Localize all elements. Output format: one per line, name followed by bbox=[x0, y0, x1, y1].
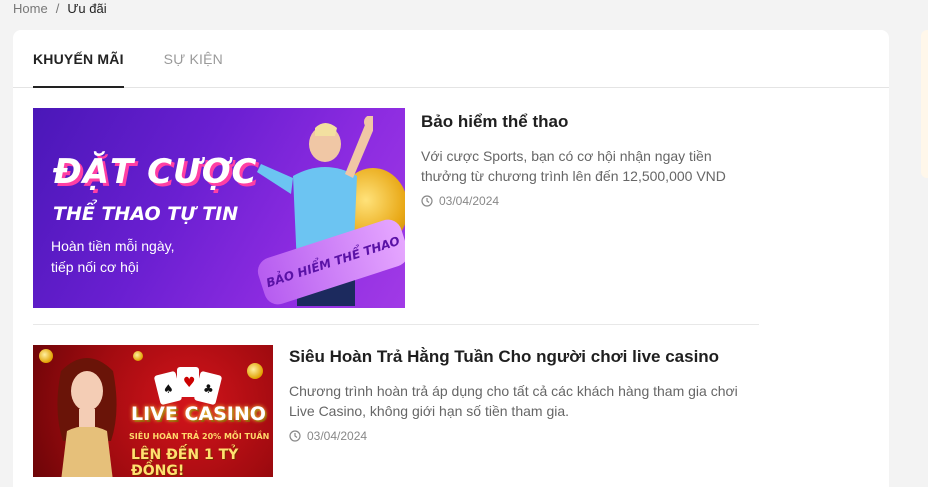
svg-text:♥: ♥ bbox=[183, 375, 196, 391]
tab-promotions[interactable]: KHUYẾN MÃI bbox=[33, 30, 124, 88]
banner-headline: ĐẶT CƯỢC bbox=[53, 152, 258, 192]
promo-date-text: 03/04/2024 bbox=[307, 429, 368, 444]
breadcrumb: Home / Ưu đãi bbox=[13, 0, 107, 16]
promo-item[interactable]: ♥ ♠ ♣ LIVE CASINO SIÊU HOÀN TRẢ 20% MỖI … bbox=[33, 345, 759, 477]
banner-caption: Hoàn tiền mỗi ngày, tiếp nối cơ hội bbox=[51, 236, 174, 278]
promotions-card: KHUYẾN MÃI SỰ KIỆN ĐẶT CƯỢC THỂ THAO TỰ … bbox=[13, 30, 889, 487]
coin-graphic bbox=[247, 363, 263, 379]
promo-date-text: 03/04/2024 bbox=[439, 194, 500, 209]
banner-subheadline: SIÊU HOÀN TRẢ 20% MỖI TUẦN bbox=[129, 432, 270, 441]
promo-description: Với cược Sports, bạn có cơ hội nhận ngay… bbox=[421, 148, 726, 185]
promo-title[interactable]: Bảo hiểm thể thao bbox=[421, 112, 741, 132]
svg-text:♣: ♣ bbox=[203, 382, 214, 396]
tab-bar: KHUYẾN MÃI SỰ KIỆN bbox=[13, 30, 889, 88]
promo-content: Siêu Hoàn Trả Hằng Tuần Cho người chơi l… bbox=[289, 345, 759, 477]
banner-caption-line: Hoàn tiền mỗi ngày, bbox=[51, 238, 175, 254]
coin-graphic bbox=[133, 351, 143, 361]
promo-content: Bảo hiểm thể thao Với cược Sports, bạn c… bbox=[421, 108, 741, 308]
promo-item[interactable]: ĐẶT CƯỢC THỂ THAO TỰ TIN Hoàn tiền mỗi n… bbox=[33, 108, 741, 308]
promo-banner-image[interactable]: ♥ ♠ ♣ LIVE CASINO SIÊU HOÀN TRẢ 20% MỖI … bbox=[33, 345, 273, 477]
banner-caption: LÊN ĐẾN 1 TỶ ĐỒNG! bbox=[131, 447, 239, 477]
breadcrumb-current: Ưu đãi bbox=[67, 0, 107, 16]
breadcrumb-separator: / bbox=[55, 0, 60, 16]
promo-description: Chương trình hoàn trả áp dụng cho tất cả… bbox=[289, 383, 738, 420]
banner-caption-line: tiếp nối cơ hội bbox=[51, 259, 139, 275]
promo-title[interactable]: Siêu Hoàn Trả Hằng Tuần Cho người chơi l… bbox=[289, 347, 759, 367]
host-graphic bbox=[57, 358, 117, 477]
side-panel-edge bbox=[921, 30, 928, 178]
breadcrumb-home-link[interactable]: Home bbox=[13, 1, 48, 16]
banner-headline: LIVE CASINO bbox=[131, 403, 266, 425]
svg-text:♠: ♠ bbox=[163, 382, 174, 396]
divider bbox=[33, 324, 759, 325]
tab-events[interactable]: SỰ KIỆN bbox=[164, 30, 223, 87]
promo-date: 03/04/2024 bbox=[421, 194, 741, 208]
promo-banner-image[interactable]: ĐẶT CƯỢC THỂ THAO TỰ TIN Hoàn tiền mỗi n… bbox=[33, 108, 405, 308]
promo-date: 03/04/2024 bbox=[289, 429, 759, 443]
clock-icon bbox=[421, 195, 433, 207]
clock-icon bbox=[289, 430, 301, 442]
banner-subheadline: THỂ THAO TỰ TIN bbox=[53, 203, 239, 225]
